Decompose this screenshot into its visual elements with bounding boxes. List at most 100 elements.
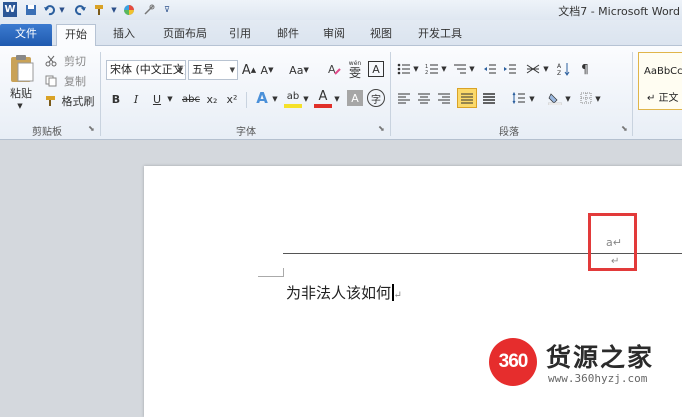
redo-icon[interactable] <box>74 2 88 17</box>
underline-dropdown-icon[interactable]: ▼ <box>166 92 174 106</box>
font-size-dropdown-icon: ▼ <box>229 66 235 74</box>
asian-layout-icon[interactable] <box>524 60 542 78</box>
italic-button[interactable]: I <box>128 90 144 108</box>
increase-indent-icon[interactable] <box>502 60 518 78</box>
sort-icon[interactable]: AZ <box>556 60 572 78</box>
font-launcher-icon[interactable]: ⬊ <box>378 124 385 133</box>
borders-icon[interactable] <box>578 90 594 106</box>
watermark-logo: 360 <box>489 338 537 386</box>
highlight-dropdown-icon[interactable]: ▼ <box>302 92 310 106</box>
highlight-button[interactable]: ab <box>284 88 302 108</box>
cut-button[interactable]: 剪切 <box>60 54 90 68</box>
customize-qa-icon[interactable]: ⊽ <box>162 2 172 17</box>
clipboard-launcher-icon[interactable]: ⬊ <box>88 124 95 133</box>
align-left-icon[interactable] <box>396 90 412 106</box>
group-separator <box>390 52 391 136</box>
clear-format-button[interactable]: A <box>325 58 343 80</box>
format-painter-button[interactable]: 格式刷 <box>60 94 96 108</box>
decrease-indent-icon[interactable] <box>482 60 498 78</box>
font-group-label: 字体 <box>236 127 256 138</box>
subscript-button[interactable]: x₂ <box>204 90 220 108</box>
underline-button[interactable]: U <box>149 90 165 108</box>
save-icon[interactable] <box>24 2 38 17</box>
tab-insert[interactable]: 插入 <box>105 24 143 46</box>
enclose-characters-button[interactable]: 字 <box>367 89 385 107</box>
body-paragraph-mark: ↵ <box>393 290 402 301</box>
change-case-button[interactable]: Aa ▼ <box>286 60 312 80</box>
show-marks-icon[interactable]: ¶ <box>578 60 592 78</box>
margin-corner-mark <box>258 276 283 277</box>
superscript-button[interactable]: x² <box>224 90 240 108</box>
tab-developer[interactable]: 开发工具 <box>410 24 470 46</box>
format-painter-qa-icon[interactable] <box>92 2 106 17</box>
numbering-dropdown-icon[interactable]: ▼ <box>440 62 448 76</box>
bullets-dropdown-icon[interactable]: ▼ <box>412 62 420 76</box>
red-highlight-box <box>588 213 637 271</box>
text-effects-dropdown-icon[interactable]: ▼ <box>271 92 279 106</box>
clipboard-group-label: 剪贴板 <box>32 127 62 138</box>
ribbon: 粘贴 ▼ 剪切 复制 格式刷 剪贴板 ⬊ 宋体 (中文正文) ▼ 五号 ▼ A ▲… <box>0 46 682 140</box>
align-right-icon[interactable] <box>436 90 452 106</box>
change-case-label: Aa <box>289 63 304 77</box>
copy-button[interactable]: 复制 <box>60 74 90 88</box>
paragraph-launcher-icon[interactable]: ⬊ <box>621 124 628 133</box>
tab-references[interactable]: 引用 <box>222 24 258 46</box>
justify-icon[interactable] <box>457 88 477 108</box>
body-paragraph[interactable]: 为非法人该如何 ↵ <box>286 282 402 303</box>
draw-table-icon[interactable] <box>142 2 156 17</box>
tab-home[interactable]: 开始 <box>56 24 96 46</box>
tab-file[interactable]: 文件 <box>0 24 52 46</box>
title-bar: W ▼ ▼ ⊽ 文档7 - Microsoft Word <box>0 0 682 20</box>
line-spacing-icon[interactable] <box>510 90 528 106</box>
margin-corner-mark <box>283 268 284 277</box>
numbering-icon[interactable]: 12 <box>424 60 440 78</box>
undo-icon[interactable] <box>42 2 56 17</box>
font-size-select[interactable]: 五号 ▼ <box>188 60 238 80</box>
tab-view[interactable]: 视图 <box>363 24 399 46</box>
font-color-dropdown-icon[interactable]: ▼ <box>333 92 341 106</box>
asian-layout-dropdown-icon[interactable]: ▼ <box>542 62 550 76</box>
undo-dropdown-icon[interactable]: ▼ <box>58 2 66 17</box>
line-spacing-dropdown-icon[interactable]: ▼ <box>528 92 536 106</box>
copy-icon[interactable] <box>44 74 58 88</box>
borders-dropdown-icon[interactable]: ▼ <box>594 92 602 106</box>
tab-review[interactable]: 审阅 <box>316 24 352 46</box>
shading-icon[interactable] <box>546 88 564 108</box>
format-painter-icon[interactable] <box>44 94 58 108</box>
character-shading-button[interactable]: A <box>347 90 363 106</box>
watermark-url: www.360hyzj.com <box>548 372 648 385</box>
font-name-select[interactable]: 宋体 (中文正文) ▼ <box>106 60 186 80</box>
shading-dropdown-icon[interactable]: ▼ <box>564 92 572 106</box>
style-sample: AaBbCc <box>644 66 682 77</box>
cut-icon[interactable] <box>44 54 58 68</box>
font-color-button[interactable]: A <box>314 88 332 108</box>
svg-text:A: A <box>328 63 336 76</box>
align-center-icon[interactable] <box>416 90 432 106</box>
font-name-dropdown-icon: ▼ <box>177 66 183 74</box>
paste-dropdown-icon[interactable]: ▼ <box>14 101 26 111</box>
style-normal-tile[interactable]: AaBbCc ↵ 正文 <box>638 52 682 110</box>
character-border-button[interactable]: A <box>368 61 384 77</box>
strikethrough-button[interactable]: abc <box>180 90 202 108</box>
body-text[interactable]: 为非法人该如何 <box>286 284 391 302</box>
paste-icon[interactable] <box>4 52 38 86</box>
bullets-icon[interactable] <box>396 60 412 78</box>
text-effects-button[interactable]: A <box>253 88 271 108</box>
word-app-icon[interactable]: W <box>3 2 17 17</box>
distributed-icon[interactable] <box>480 90 498 106</box>
multilevel-dropdown-icon[interactable]: ▼ <box>468 62 476 76</box>
tab-page-layout[interactable]: 页面布局 <box>154 24 216 46</box>
phonetic-guide-button[interactable]: wén 雯 <box>346 58 364 82</box>
paste-label[interactable]: 粘贴 <box>4 86 38 100</box>
shrink-font-button[interactable]: A ▼ <box>259 60 275 80</box>
font-size-value: 五号 <box>192 63 214 76</box>
qa-dropdown-icon[interactable]: ▼ <box>110 2 118 17</box>
bold-button[interactable]: B <box>108 90 124 108</box>
font-inner-separator <box>246 92 247 108</box>
group-separator <box>100 52 101 136</box>
tab-mailings[interactable]: 邮件 <box>270 24 306 46</box>
multilevel-list-icon[interactable] <box>452 60 468 78</box>
phonetic-guide-char: 雯 <box>348 66 361 80</box>
color-wheel-icon[interactable] <box>122 2 136 17</box>
grow-font-button[interactable]: A ▲ <box>241 60 257 80</box>
